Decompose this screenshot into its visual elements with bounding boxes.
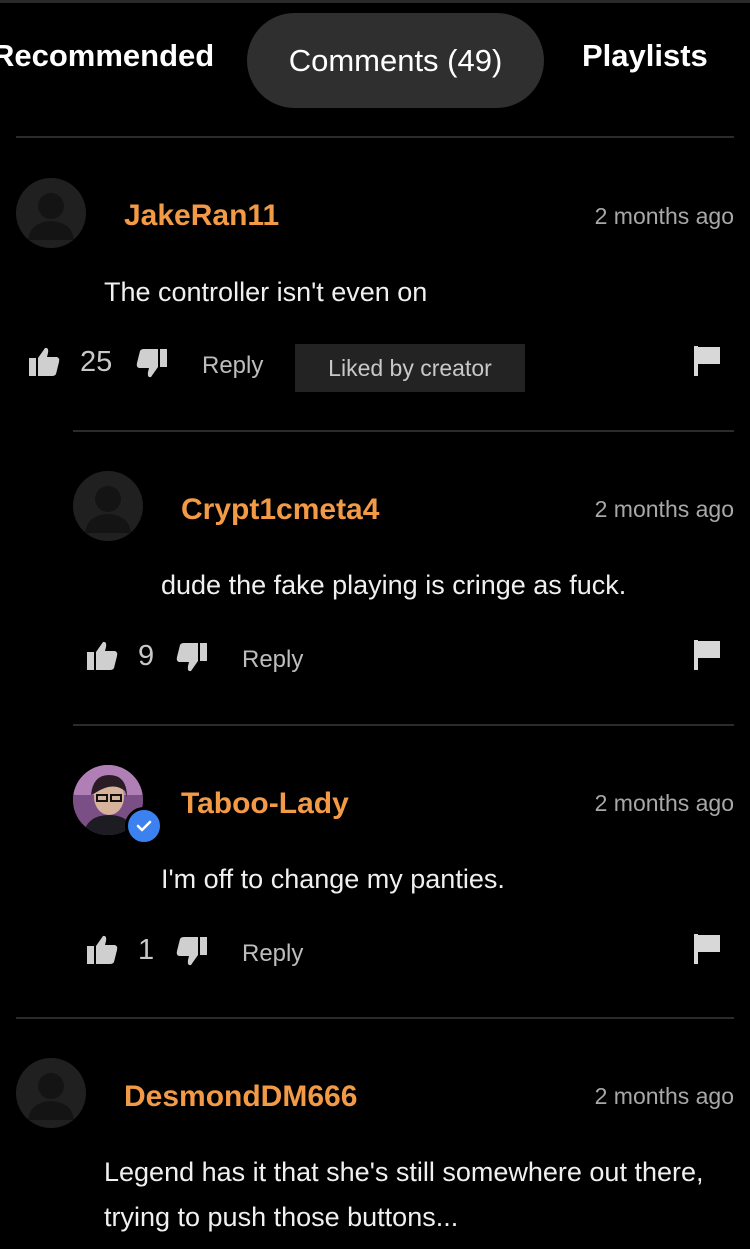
tab-playlists[interactable]: Playlists <box>582 38 708 74</box>
like-button[interactable]: 1 <box>84 932 154 968</box>
like-count: 9 <box>138 639 155 672</box>
thumbs-up-icon <box>29 347 60 376</box>
liked-by-creator-badge: Liked by creator <box>295 344 525 392</box>
tab-bar: Recommended Comments (49) Playlists <box>0 0 750 120</box>
thumbs-down-icon[interactable] <box>134 345 170 381</box>
verified-badge-icon <box>125 807 163 845</box>
reply-button[interactable]: Reply <box>242 940 303 968</box>
divider <box>16 1017 734 1019</box>
flag-icon[interactable] <box>692 638 722 672</box>
comment-text: I'm off to change my panties. <box>161 864 505 894</box>
thumbs-up-icon <box>87 935 118 964</box>
like-count: 25 <box>80 345 113 378</box>
comment-username[interactable]: Crypt1cmeta4 <box>181 493 379 527</box>
like-button[interactable]: 25 <box>26 344 112 380</box>
comment-username[interactable]: Taboo-Lady <box>181 787 349 821</box>
divider <box>16 136 734 138</box>
tab-recommended[interactable]: Recommended <box>0 38 214 74</box>
comment-time: 2 months ago <box>594 496 734 522</box>
reply-button[interactable]: Reply <box>202 352 263 380</box>
tab-comments-label: Comments (49) <box>288 42 503 78</box>
default-avatar-icon[interactable] <box>16 1058 86 1128</box>
flag-icon[interactable] <box>692 344 722 378</box>
default-avatar-icon[interactable] <box>16 178 86 248</box>
like-button[interactable]: 9 <box>84 638 154 674</box>
flag-icon[interactable] <box>692 932 722 966</box>
like-count: 1 <box>138 933 155 966</box>
comment-text: dude the fake playing is cringe as fuck. <box>161 570 627 600</box>
tab-comments[interactable]: Comments (49) <box>247 13 544 108</box>
comment-text: The controller isn't even on <box>104 277 428 307</box>
divider <box>73 724 734 726</box>
comment-text: Legend has it that she's still somewhere… <box>104 1157 704 1232</box>
thumbs-up-icon <box>87 641 118 670</box>
thumbs-down-icon[interactable] <box>174 639 210 675</box>
comment-time: 2 months ago <box>594 1083 734 1109</box>
thumbs-down-icon[interactable] <box>174 933 210 969</box>
comment-username[interactable]: DesmondDM666 <box>124 1080 357 1114</box>
comment-username[interactable]: JakeRan11 <box>124 199 279 233</box>
comment-time: 2 months ago <box>594 203 734 229</box>
reply-button[interactable]: Reply <box>242 646 303 674</box>
comment-time: 2 months ago <box>594 790 734 816</box>
default-avatar-icon[interactable] <box>73 471 143 541</box>
divider <box>73 430 734 432</box>
